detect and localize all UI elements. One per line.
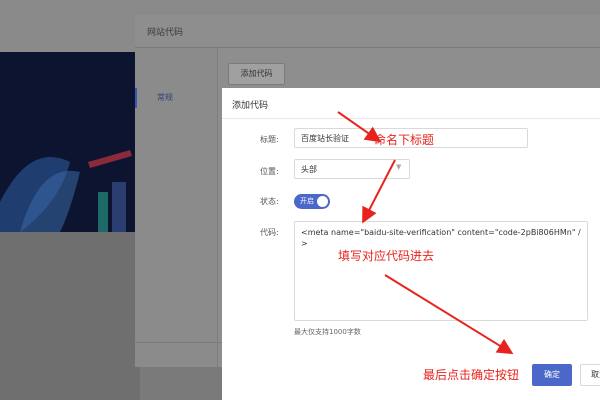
annotation-fill-code: 填写对应代码进去	[338, 249, 435, 263]
annotation-arrows	[337, 111, 514, 355]
arrow-to-confirm	[384, 274, 514, 355]
arrow-to-title	[337, 111, 382, 143]
annotation-name-title: 命名下标题	[374, 133, 435, 147]
arrow-to-code	[362, 159, 396, 224]
annotation-click-confirm: 最后点击确定按钮	[423, 368, 520, 382]
